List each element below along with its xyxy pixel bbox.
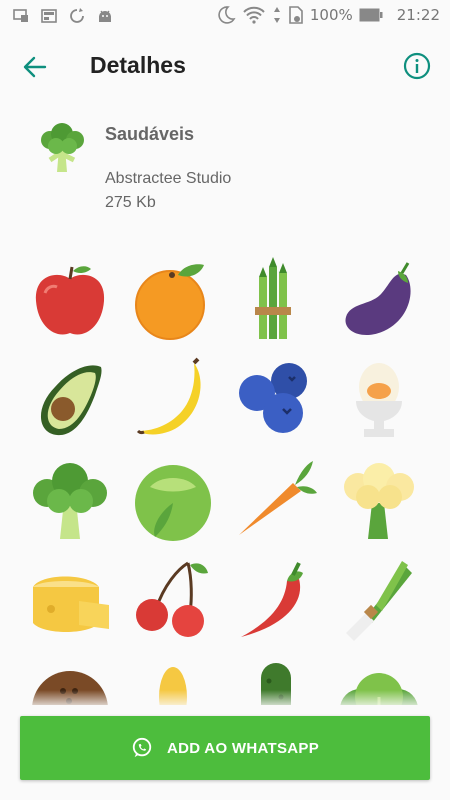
news-icon: [41, 9, 57, 23]
pack-name: Saudáveis: [105, 124, 195, 144]
android-icon: [99, 10, 111, 22]
pack-tray-icon: [41, 123, 84, 172]
orange-icon: [135, 264, 205, 340]
banana-icon: [136, 357, 201, 435]
cabbage-icon: [135, 465, 211, 541]
page-title: Detalhes: [90, 52, 186, 78]
asparagus-icon: [255, 257, 291, 339]
data-arrows-icon: [273, 7, 280, 23]
chili-pepper-icon: [241, 562, 303, 637]
sticker-boiled-egg[interactable]: [329, 350, 429, 450]
broccoli-icon: [33, 463, 107, 539]
add-to-whatsapp-label: ADD AO WHATSAPP: [167, 739, 319, 757]
leek-icon: [346, 561, 412, 641]
info-icon[interactable]: [402, 51, 432, 81]
sticker-apple[interactable]: [20, 250, 120, 350]
app-bar: Detalhes: [0, 32, 450, 100]
sticker-leek[interactable]: [329, 550, 429, 650]
apple-icon: [35, 266, 105, 335]
sticker-cauliflower[interactable]: [329, 450, 429, 550]
battery-icon: [359, 8, 383, 22]
sticker-chili-pepper[interactable]: [226, 550, 326, 650]
sticker-blueberries[interactable]: [226, 350, 326, 450]
sticker-banana[interactable]: [123, 350, 223, 450]
sticker-cherries[interactable]: [123, 550, 223, 650]
wifi-icon: [243, 6, 265, 24]
whatsapp-icon: [132, 737, 152, 758]
sticker-orange[interactable]: [123, 250, 223, 350]
eggplant-icon: [345, 262, 411, 336]
back-arrow-icon[interactable]: [20, 52, 50, 82]
add-to-whatsapp-button[interactable]: ADD AO WHATSAPP: [20, 716, 430, 780]
sync-icon: [70, 8, 84, 23]
sticker-grid: [20, 250, 430, 705]
pack-size: 275 Kb: [105, 194, 156, 211]
screen-cast-icon: [13, 9, 28, 22]
status-bar: 100% 21:22: [0, 0, 450, 32]
sticker-cheese[interactable]: [20, 550, 120, 650]
no-sim-icon: [289, 6, 303, 24]
cauliflower-icon: [344, 463, 414, 539]
clock: 21:22: [396, 6, 440, 24]
carrot-icon: [239, 461, 317, 535]
sticker-asparagus[interactable]: [226, 250, 326, 350]
avocado-icon: [40, 365, 102, 436]
grid-fade: [0, 690, 450, 710]
sticker-broccoli[interactable]: [20, 450, 120, 550]
boiled-egg-icon: [356, 363, 402, 437]
sticker-cabbage[interactable]: [123, 450, 223, 550]
sticker-carrot[interactable]: [226, 450, 326, 550]
blueberries-icon: [239, 363, 307, 433]
sticker-avocado[interactable]: [20, 350, 120, 450]
pack-info: Saudáveis Abstractee Studio 275 Kb: [0, 110, 450, 220]
moon-icon: [218, 6, 236, 24]
battery-percent: 100%: [309, 6, 353, 24]
pack-publisher: Abstractee Studio: [105, 170, 232, 187]
sticker-eggplant[interactable]: [329, 250, 429, 350]
cherries-icon: [136, 561, 208, 637]
cheese-icon: [33, 576, 109, 632]
